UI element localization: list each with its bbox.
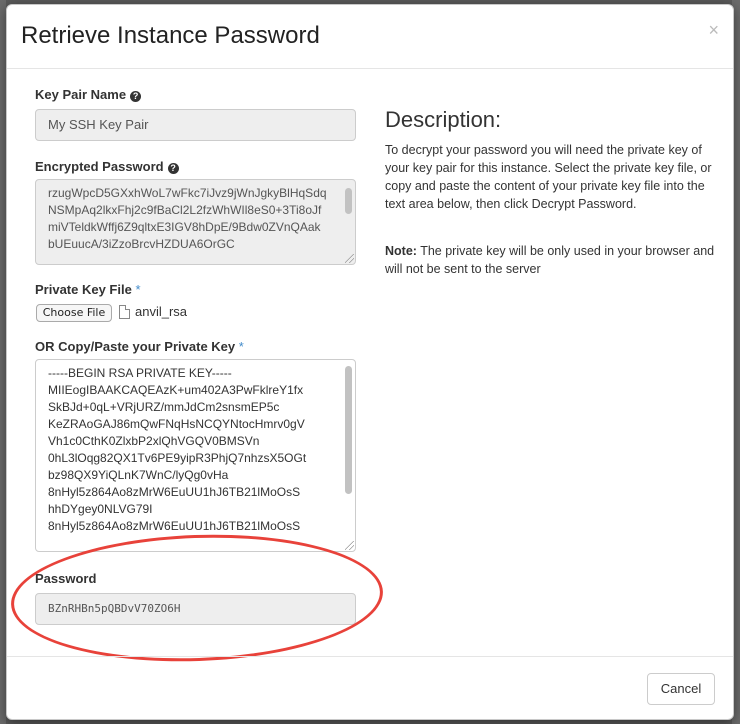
password-label: Password bbox=[35, 571, 97, 586]
encrypted-password-label-text: Encrypted Password bbox=[35, 159, 164, 174]
password-field[interactable]: BZnRHBn5pQBDvV70ZO6H bbox=[35, 593, 356, 625]
required-asterisk: * bbox=[135, 282, 141, 297]
encrypted-password-textarea[interactable]: rzugWpcD5GXxhWoL7wFkc7iJvz9jWnJgkyBlHqSd… bbox=[35, 179, 356, 265]
note-label: Note: bbox=[385, 244, 417, 258]
private-key-line: MIIEogIBAAKCAQEAzK+um402A3PwFklreY1fx bbox=[48, 383, 304, 397]
help-icon[interactable]: ? bbox=[130, 91, 142, 102]
private-key-line: hhDYgey0NLVG79I bbox=[48, 502, 153, 516]
selected-file-name: anvil_rsa bbox=[135, 304, 188, 319]
private-key-line: -----BEGIN RSA PRIVATE KEY----- bbox=[48, 366, 232, 380]
description-note: Note: The private key will be only used … bbox=[385, 242, 715, 278]
required-asterisk: * bbox=[238, 339, 244, 354]
close-icon[interactable]: × bbox=[708, 21, 719, 39]
description-title: Description: bbox=[385, 107, 502, 132]
private-key-line: 8nHyl5z864Ao8zMrW6EuUU1hJ6TB21lMoOsS bbox=[48, 485, 301, 499]
cancel-button[interactable]: Cancel bbox=[647, 673, 715, 705]
modal-footer: Cancel bbox=[7, 656, 733, 720]
private-key-line: Vh1c0CthK0ZlxbP2xlQhVGQV0BMSVn bbox=[48, 434, 260, 448]
note-text: The private key will be only used in you… bbox=[385, 244, 715, 276]
scroll-thumb[interactable] bbox=[345, 366, 352, 494]
resize-grip-icon[interactable] bbox=[345, 254, 354, 263]
key-pair-name-label: Key Pair Name? bbox=[35, 87, 142, 102]
private-key-paste-label: OR Copy/Paste your Private Key * bbox=[35, 339, 244, 354]
encrypted-password-scrollbar[interactable] bbox=[344, 182, 353, 262]
private-key-line: KeZRAoGAJ86mQwFNqHsNCQYNtocHmrv0gV bbox=[48, 417, 305, 431]
help-icon[interactable]: ? bbox=[167, 163, 179, 174]
private-key-file-label-text: Private Key File bbox=[35, 282, 132, 297]
private-key-paste-label-text: OR Copy/Paste your Private Key bbox=[35, 339, 236, 354]
private-key-line: SkBJd+0qL+VRjURZ/mmJdCm2snsmEP5c bbox=[48, 400, 280, 414]
description-text: To decrypt your password you will need t… bbox=[385, 143, 712, 211]
retrieve-password-modal: Retrieve Instance Password × Key Pair Na… bbox=[6, 4, 734, 720]
scroll-thumb[interactable] bbox=[345, 188, 352, 214]
private-key-file-label: Private Key File * bbox=[35, 282, 141, 297]
key-pair-name-label-text: Key Pair Name bbox=[35, 87, 127, 102]
key-pair-name-field: My SSH Key Pair bbox=[35, 109, 356, 141]
private-key-line: 8nHyl5z864Ao8zMrW6EuUU1hJ6TB21lMoOsS bbox=[48, 519, 301, 533]
private-key-textarea[interactable]: -----BEGIN RSA PRIVATE KEY----- MIIEogIB… bbox=[35, 359, 356, 552]
file-icon bbox=[119, 305, 130, 319]
private-key-scrollbar[interactable] bbox=[344, 362, 353, 549]
choose-file-button[interactable]: Choose File bbox=[36, 304, 112, 322]
modal-header: Retrieve Instance Password × bbox=[7, 5, 733, 69]
modal-title: Retrieve Instance Password bbox=[21, 22, 320, 49]
encrypted-password-text: rzugWpcD5GXxhWoL7wFkc7iJvz9jWnJgkyBlHqSd… bbox=[48, 186, 327, 251]
private-key-line: 0hL3lOqg82QX1Tv6PE9yipR3PhjQ7nhzsX5OGt bbox=[48, 451, 307, 465]
resize-grip-icon[interactable] bbox=[345, 541, 354, 550]
encrypted-password-label: Encrypted Password? bbox=[35, 159, 179, 174]
private-key-line: bz98QX9YiQLnK7WnC/lyQg0vHa bbox=[48, 468, 229, 482]
